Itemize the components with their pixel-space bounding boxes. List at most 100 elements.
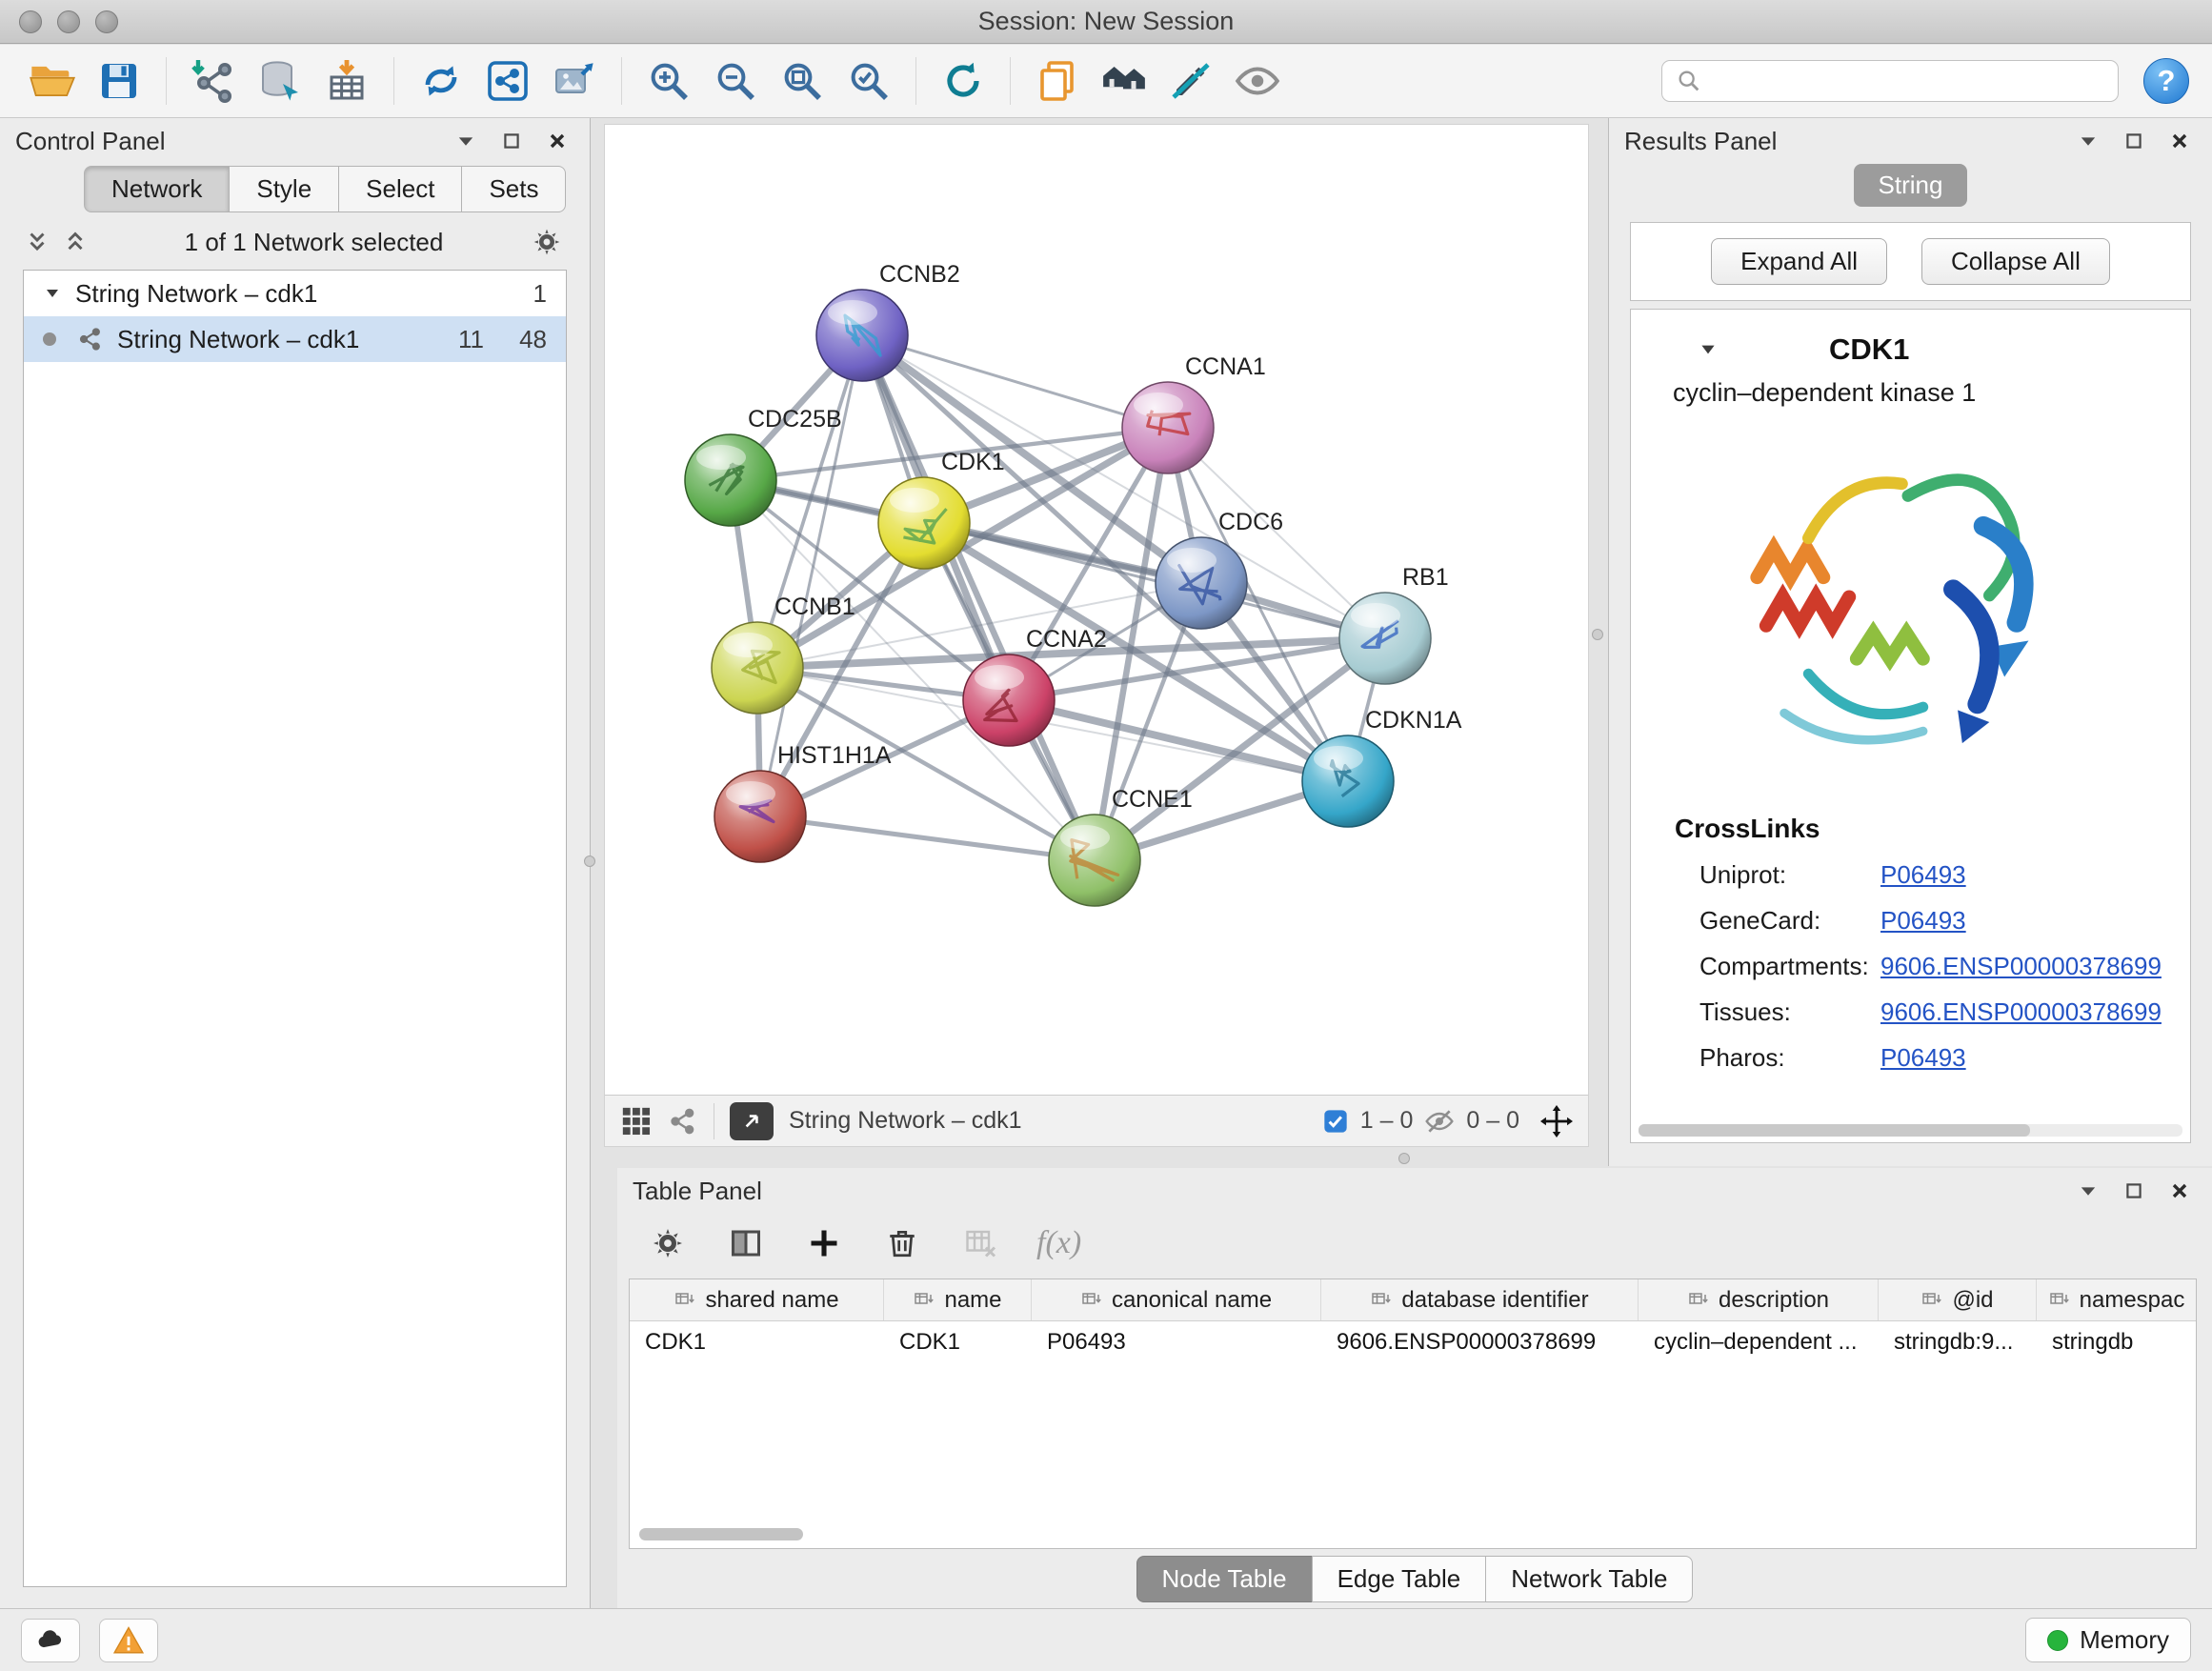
disclosure-triangle-icon[interactable] [43,284,62,303]
new-network-button[interactable] [412,51,471,111]
add-column-button[interactable] [802,1221,846,1265]
import-table-from-file-button[interactable] [317,51,376,111]
network-node-hist1h1a[interactable]: HIST1H1A [714,742,892,862]
zoom-window-button[interactable] [95,10,118,33]
share-network-button[interactable] [668,1106,698,1137]
birdseye-view-button[interactable] [620,1105,653,1137]
refresh-button[interactable] [934,51,993,111]
table-options-button[interactable] [646,1221,690,1265]
open-session-button[interactable] [23,51,82,111]
tab-network-table[interactable]: Network Table [1485,1556,1693,1602]
control-panel-close-button[interactable] [540,124,574,158]
network-label: String Network – cdk1 [117,325,359,354]
import-network-from-database-button[interactable] [251,51,310,111]
show-annotations-button[interactable] [1028,51,1087,111]
memory-button[interactable]: Memory [2025,1618,2191,1662]
network-box-icon [485,58,531,104]
export-network-image-button[interactable] [545,51,604,111]
column-header-description[interactable]: description [1639,1279,1879,1320]
crosslink-uniprot-link[interactable]: P06493 [1880,860,1966,890]
tab-sets[interactable]: Sets [461,166,566,212]
tab-node-table[interactable]: Node Table [1136,1556,1313,1602]
string-results-box: CDK1 cyclin–dependent kinase 1 CrossLink… [1630,309,2191,1143]
cell-description: cyclin–dependent ... [1639,1321,1879,1363]
network-edge[interactable] [862,335,1095,860]
panel-resize-handle[interactable] [584,856,595,867]
hide-annotations-button[interactable] [1161,51,1220,111]
results-panel-float-button[interactable] [2117,124,2151,158]
network-options-button[interactable] [531,226,563,258]
column-header-shared-name[interactable]: shared name [630,1279,884,1320]
show-graphics-details-button[interactable] [1228,51,1287,111]
fit-content-button[interactable] [730,1102,774,1140]
help-button[interactable]: ? [2143,58,2189,104]
crosslink-pharos-link[interactable]: P06493 [1880,1043,1966,1073]
minimize-window-button[interactable] [57,10,80,33]
network-node-cdkn1a[interactable]: CDKN1A [1302,707,1462,827]
network-node-rb1[interactable]: RB1 [1339,564,1449,684]
panel-resize-handle[interactable] [1398,1153,1410,1164]
network-collection-row[interactable]: String Network – cdk1 1 [24,271,566,316]
network-canvas[interactable]: CCNB2CCNA1CDC25BCDK1CDC6RB1CCNB1CCNA2CDK… [605,125,1588,1095]
tab-string[interactable]: String [1854,164,1968,207]
control-panel-float-button[interactable] [494,124,529,158]
tab-edge-table[interactable]: Edge Table [1312,1556,1487,1602]
hidden-eye-icon[interactable] [1424,1106,1455,1137]
clone-network-button[interactable] [478,51,537,111]
expand-all-button[interactable] [59,226,91,258]
zoom-in-button[interactable] [639,51,698,111]
panel-resize-handle[interactable] [1592,629,1603,640]
tab-select[interactable]: Select [338,166,462,212]
column-header-canonical-name[interactable]: canonical name [1032,1279,1321,1320]
results-panel-close-button[interactable] [2162,124,2197,158]
network-node-ccna1[interactable]: CCNA1 [1122,353,1266,473]
control-panel-collapse-button[interactable] [449,124,483,158]
collapse-all-button[interactable]: Collapse All [1921,238,2110,285]
crosslink-label: Pharos: [1699,1043,1880,1073]
selected-checkbox-icon[interactable] [1322,1108,1349,1135]
network-node-cdk1[interactable]: CDK1 [878,449,1005,569]
table-horizontal-scrollbar[interactable] [639,1528,803,1540]
column-header-name[interactable]: name [884,1279,1032,1320]
tab-style[interactable]: Style [229,166,339,212]
zoom-out-button[interactable] [706,51,765,111]
network-gallery-button[interactable] [1095,51,1154,111]
column-header-id[interactable]: @id [1879,1279,2037,1320]
crosslink-tissues-link[interactable]: 9606.ENSP00000378699 [1880,997,2162,1027]
zoom-selected-button[interactable] [839,51,898,111]
column-header-database-identifier[interactable]: database identifier [1321,1279,1639,1320]
network-edge[interactable] [862,335,1168,428]
function-builder-button[interactable]: f(x) [1036,1225,1081,1261]
network-node-cdc25b[interactable]: CDC25B [685,406,842,526]
pan-crosshair-icon[interactable] [1540,1105,1573,1137]
table-panel-close-button[interactable] [2162,1174,2197,1208]
crosslink-compartments-link[interactable]: 9606.ENSP00000378699 [1880,952,2162,981]
network-graph[interactable]: CCNB2CCNA1CDC25BCDK1CDC6RB1CCNB1CCNA2CDK… [605,125,1588,1095]
close-window-button[interactable] [19,10,42,33]
table-panel-collapse-button[interactable] [2071,1174,2105,1208]
delete-column-button[interactable] [880,1221,924,1265]
network-edge[interactable] [760,816,1095,860]
close-icon [2168,1179,2191,1202]
network-node-ccnb2[interactable]: CCNB2 [816,261,960,381]
results-panel-title: Results Panel [1624,127,1777,156]
column-header-namespace[interactable]: namespac [2037,1279,2196,1320]
network-row[interactable]: String Network – cdk1 11 48 [24,316,566,362]
results-panel-collapse-button[interactable] [2071,124,2105,158]
toolbar-search[interactable] [1661,60,2119,102]
collapse-all-button[interactable] [21,226,53,258]
warnings-button[interactable] [99,1619,158,1662]
show-columns-button[interactable] [724,1221,768,1265]
cloud-button[interactable] [21,1619,80,1662]
zoom-fit-button[interactable] [773,51,832,111]
crosslink-genecard-link[interactable]: P06493 [1880,906,1966,936]
import-network-from-file-button[interactable] [184,51,243,111]
search-input[interactable] [1712,67,2104,95]
tab-network[interactable]: Network [84,166,230,212]
table-panel-float-button[interactable] [2117,1174,2151,1208]
disclosure-triangle-icon[interactable] [1698,339,1719,360]
expand-all-button[interactable]: Expand All [1711,238,1887,285]
results-scrollbar[interactable] [1639,1124,2182,1137]
table-row[interactable]: CDK1 CDK1 P06493 9606.ENSP00000378699 cy… [630,1321,2196,1363]
save-session-button[interactable] [90,51,149,111]
